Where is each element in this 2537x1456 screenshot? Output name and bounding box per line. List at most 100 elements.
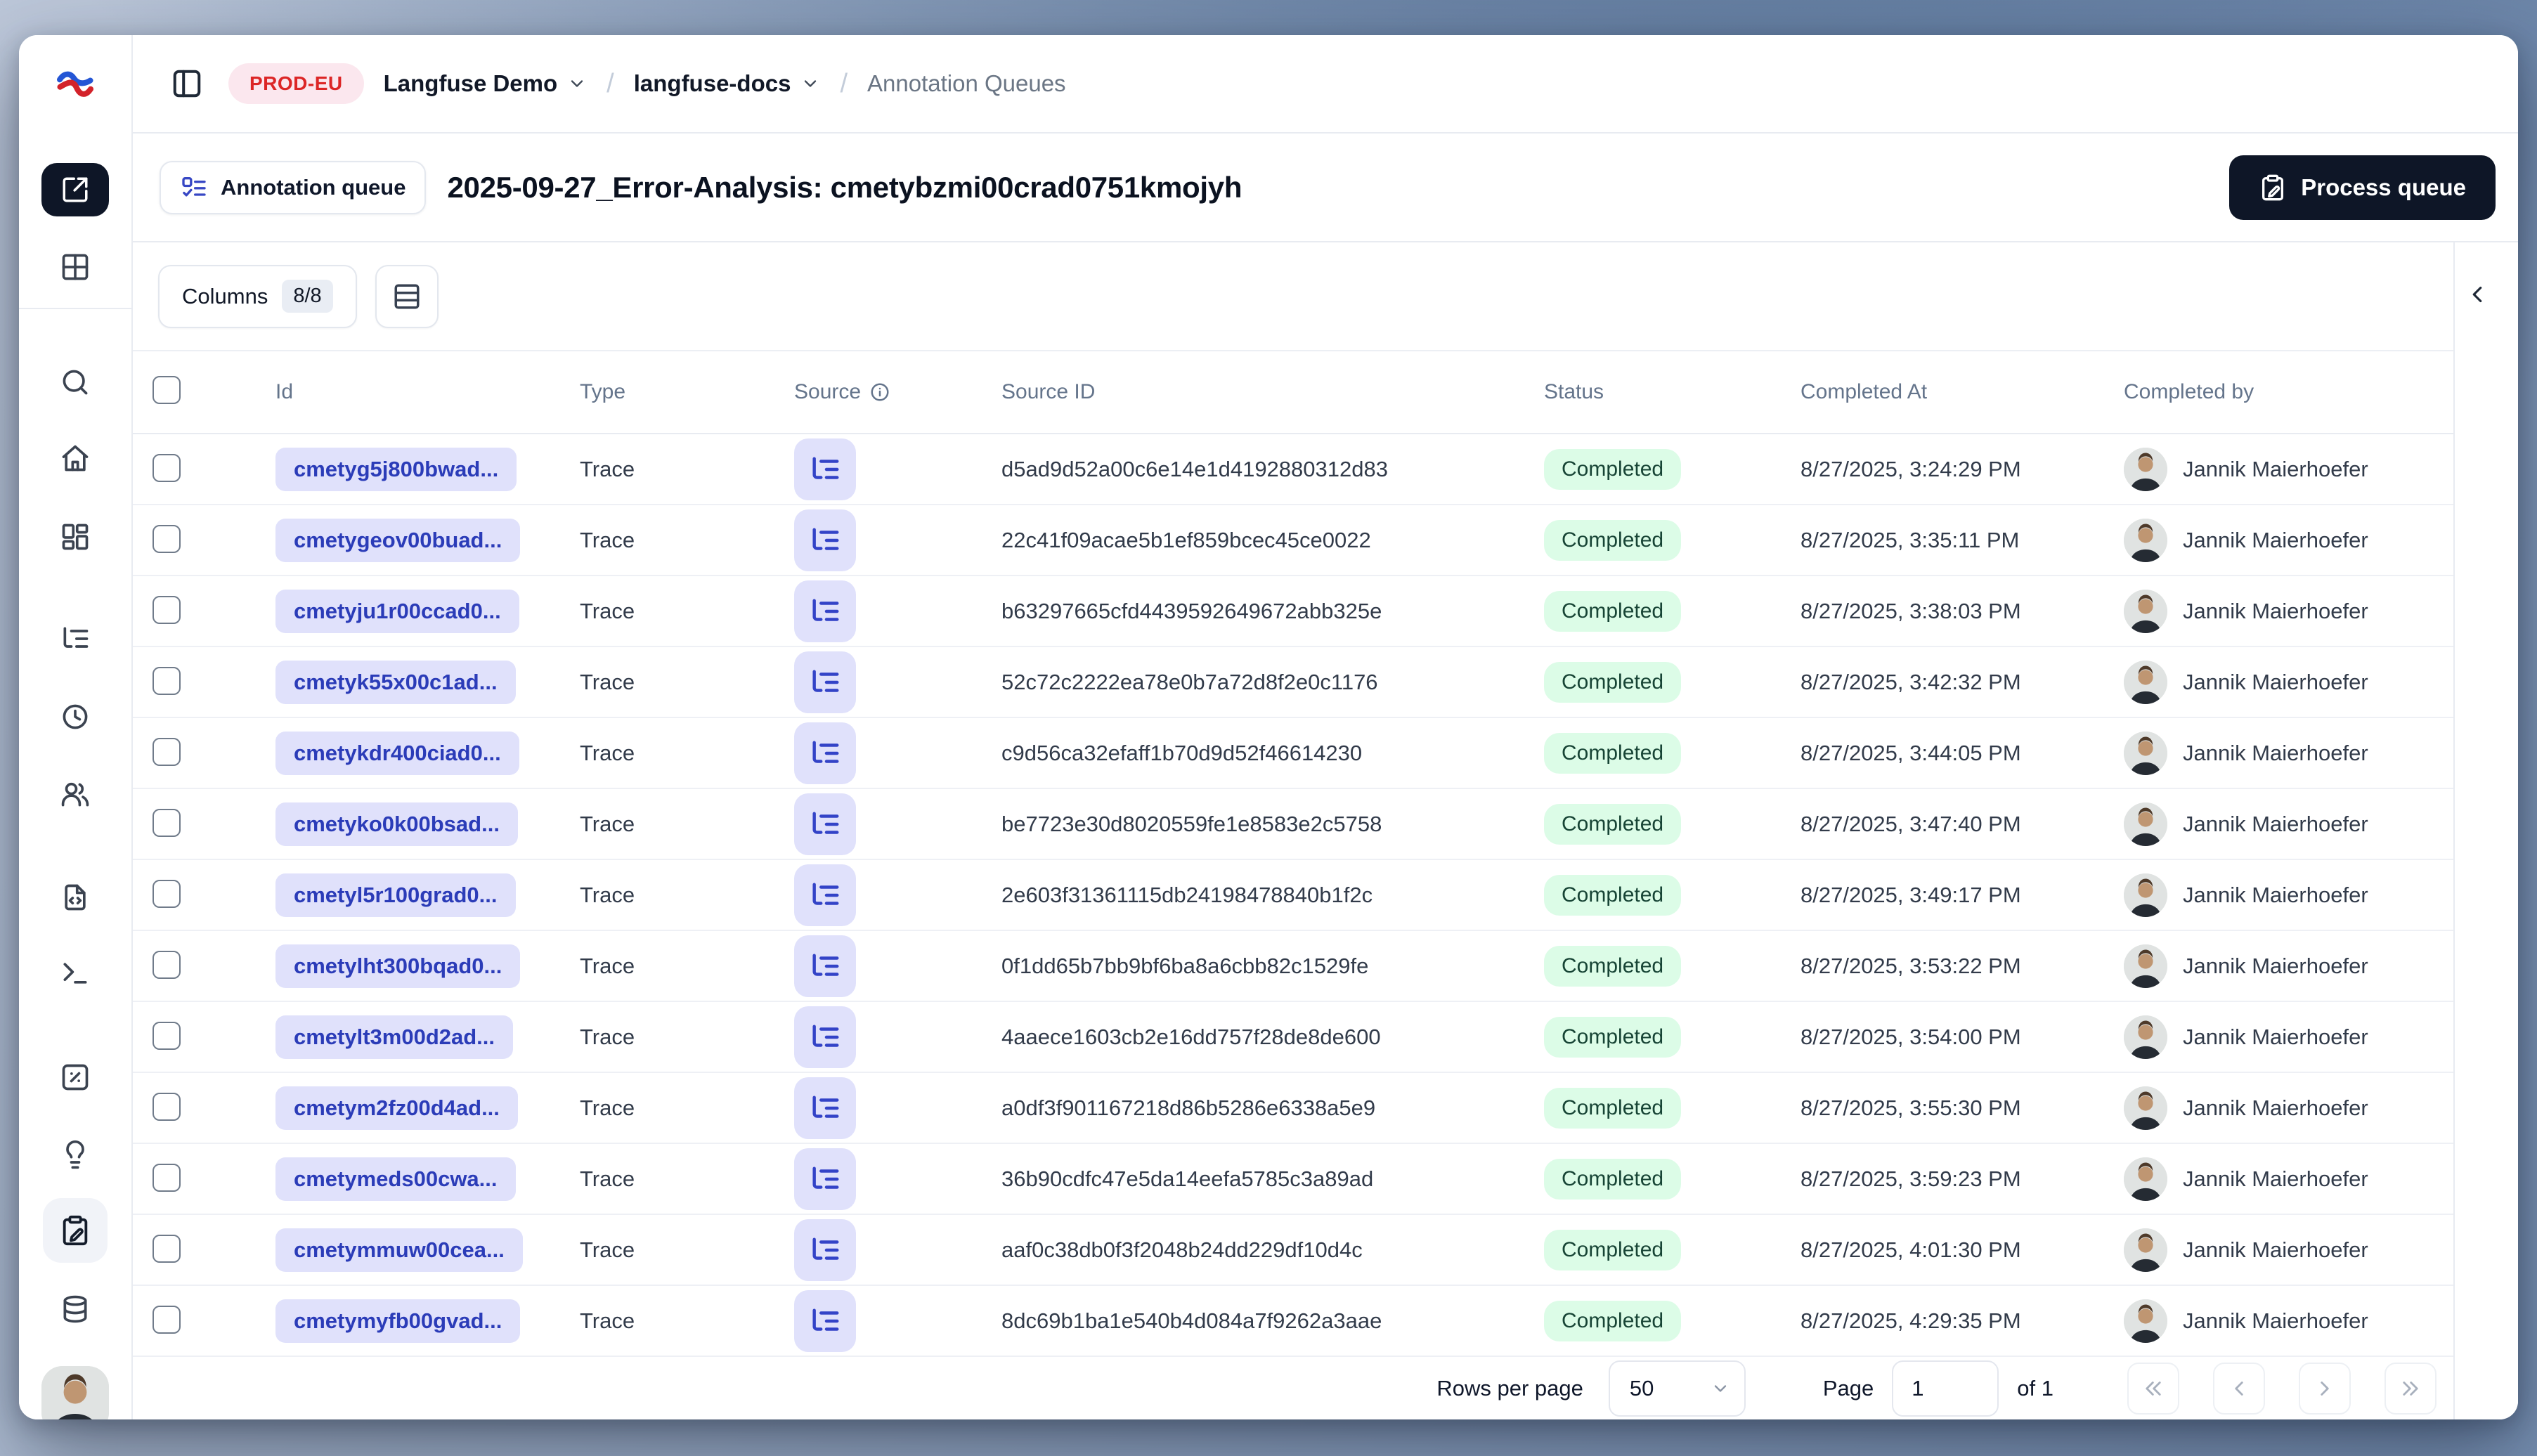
row-completed-by-name: Jannik Maierhoefer: [2183, 456, 2368, 481]
table-row[interactable]: cmetygeov00buad... Trace 22c41f09acae5b1…: [133, 505, 2453, 576]
trace-source-chip[interactable]: [794, 1148, 856, 1210]
table-row[interactable]: cmetyju1r00ccad0... Trace b63297665cfd44…: [133, 576, 2453, 647]
breadcrumb-project[interactable]: langfuse-docs: [634, 70, 821, 97]
row-id-badge[interactable]: cmetyko0k00bsad...: [275, 802, 518, 846]
page-total-label: of 1: [2017, 1375, 2053, 1400]
main-content: PROD-EU Langfuse Demo / langfuse-docs / …: [133, 35, 2518, 1419]
table-row[interactable]: cmetymmuw00cea... Trace aaf0c38db0f3f204…: [133, 1215, 2453, 1286]
select-all-checkbox[interactable]: [153, 376, 181, 404]
previous-page-button[interactable]: [2213, 1362, 2265, 1415]
row-source-id: c9d56ca32efaff1b70d9d52f46614230: [1001, 740, 1363, 765]
row-id-badge[interactable]: cmetymmuw00cea...: [275, 1228, 523, 1272]
sidebar-item-list-tree[interactable]: [60, 623, 91, 654]
row-height-button[interactable]: [375, 264, 439, 328]
user-avatar[interactable]: [41, 1366, 109, 1419]
row-id-badge[interactable]: cmetylht300bqad0...: [275, 944, 521, 988]
trace-source-chip[interactable]: [794, 864, 856, 926]
row-checkbox[interactable]: [153, 525, 181, 553]
row-id-badge[interactable]: cmetygeov00buad...: [275, 518, 521, 562]
trace-source-chip[interactable]: [794, 1218, 856, 1281]
table-row[interactable]: cmetymyfb00gvad... Trace 8dc69b1ba1e540b…: [133, 1286, 2453, 1357]
sidebar-toggle-button[interactable]: [171, 65, 209, 103]
trace-source-chip[interactable]: [794, 793, 856, 855]
row-completed-by: Jannik Maierhoefer: [2124, 518, 2453, 562]
sidebar-item-square-percent[interactable]: [60, 1062, 91, 1093]
sidebar-item-table-grid[interactable]: [60, 252, 91, 282]
row-source-id: d5ad9d52a00c6e14e1d4192880312d83: [1001, 456, 1388, 481]
status-badge: Completed: [1544, 661, 1682, 703]
sidebar-item-search[interactable]: [60, 367, 91, 398]
sidebar-item-dashboard[interactable]: [60, 521, 91, 552]
rows-per-page-select[interactable]: 50: [1608, 1360, 1746, 1417]
process-queue-button-label: Process queue: [2301, 174, 2466, 200]
table-row[interactable]: cmetym2fz00d4ad... Trace a0df3f901167218…: [133, 1073, 2453, 1144]
row-checkbox[interactable]: [153, 596, 181, 624]
avatar-photo-icon: [2124, 944, 2167, 988]
row-checkbox[interactable]: [153, 809, 181, 837]
page-number-input[interactable]: [1892, 1360, 1999, 1417]
trace-source-chip[interactable]: [794, 1289, 856, 1352]
trace-source-chip[interactable]: [794, 651, 856, 713]
row-source-id: 52c72c2222ea78e0b7a72d8f2e0c1176: [1001, 669, 1378, 694]
sidebar-item-clock[interactable]: [60, 701, 91, 732]
header-source: Source: [794, 380, 1001, 404]
trace-source-chip[interactable]: [794, 935, 856, 997]
breadcrumb-org[interactable]: Langfuse Demo: [384, 70, 588, 97]
row-type: Trace: [580, 811, 635, 836]
trace-source-chip[interactable]: [794, 722, 856, 784]
row-checkbox[interactable]: [153, 1235, 181, 1263]
table-row[interactable]: cmetykdr400ciad0... Trace c9d56ca32efaff…: [133, 718, 2453, 789]
row-id-badge[interactable]: cmetyju1r00ccad0...: [275, 589, 519, 633]
row-id-badge[interactable]: cmetykdr400ciad0...: [275, 731, 519, 775]
first-page-button[interactable]: [2127, 1362, 2179, 1415]
row-checkbox[interactable]: [153, 1164, 181, 1192]
avatar-photo-icon: [41, 1366, 109, 1419]
table-row[interactable]: cmetymeds00cwa... Trace 36b90cdfc47e5da1…: [133, 1144, 2453, 1215]
row-checkbox[interactable]: [153, 1306, 181, 1334]
row-checkbox[interactable]: [153, 951, 181, 979]
row-checkbox[interactable]: [153, 454, 181, 482]
row-id-badge[interactable]: cmetymeds00cwa...: [275, 1157, 516, 1201]
table-row[interactable]: cmetyg5j800bwad... Trace d5ad9d52a00c6e1…: [133, 434, 2453, 505]
trace-source-chip[interactable]: [794, 1006, 856, 1068]
table-row[interactable]: cmetyl5r100grad0... Trace 2e603f31361115…: [133, 860, 2453, 931]
last-page-button[interactable]: [2384, 1362, 2437, 1415]
avatar: [2124, 944, 2167, 988]
trace-source-chip[interactable]: [794, 580, 856, 642]
sidebar-item-lightbulb[interactable]: [60, 1139, 91, 1170]
sidebar-item-database[interactable]: [60, 1294, 91, 1325]
row-checkbox[interactable]: [153, 880, 181, 908]
row-id-badge[interactable]: cmetyl5r100grad0...: [275, 873, 516, 917]
row-checkbox[interactable]: [153, 1093, 181, 1121]
trace-source-chip[interactable]: [794, 438, 856, 500]
row-id-badge[interactable]: cmetylt3m00d2ad...: [275, 1015, 514, 1059]
trace-source-chip[interactable]: [794, 1077, 856, 1139]
row-checkbox[interactable]: [153, 1022, 181, 1050]
sidebar-item-external-link[interactable]: [41, 163, 109, 216]
row-checkbox[interactable]: [153, 667, 181, 695]
row-source-id: 36b90cdfc47e5da14eefa5785c3a89ad: [1001, 1166, 1374, 1191]
row-id-badge[interactable]: cmetymyfb00gvad...: [275, 1299, 521, 1343]
row-completed-by-name: Jannik Maierhoefer: [2183, 598, 2368, 623]
trace-source-chip[interactable]: [794, 509, 856, 571]
sidebar-item-users[interactable]: [60, 779, 91, 810]
row-checkbox[interactable]: [153, 738, 181, 766]
row-id-badge[interactable]: cmetyk55x00c1ad...: [275, 660, 516, 704]
table-row[interactable]: cmetyk55x00c1ad... Trace 52c72c2222ea78e…: [133, 647, 2453, 718]
row-id-badge[interactable]: cmetym2fz00d4ad...: [275, 1086, 518, 1130]
table-row[interactable]: cmetylt3m00d2ad... Trace 4aaece1603cb2e1…: [133, 1002, 2453, 1073]
environment-badge: PROD-EU: [228, 63, 364, 104]
sidebar-item-home[interactable]: [60, 443, 91, 474]
info-icon[interactable]: [869, 382, 890, 403]
sidebar-item-file-code[interactable]: [60, 882, 91, 913]
avatar-photo-icon: [2124, 447, 2167, 491]
collapse-panel-button[interactable]: [2464, 272, 2509, 317]
sidebar-item-clipboard-pen[interactable]: [43, 1198, 108, 1263]
sidebar-item-terminal[interactable]: [60, 958, 91, 989]
columns-button[interactable]: Columns 8/8: [158, 264, 357, 328]
row-id-badge[interactable]: cmetyg5j800bwad...: [275, 447, 517, 491]
table-row[interactable]: cmetyko0k00bsad... Trace be7723e30d80205…: [133, 789, 2453, 860]
process-queue-button[interactable]: Process queue: [2229, 155, 2496, 220]
table-row[interactable]: cmetylht300bqad0... Trace 0f1dd65b7bb9bf…: [133, 931, 2453, 1002]
next-page-button[interactable]: [2299, 1362, 2351, 1415]
